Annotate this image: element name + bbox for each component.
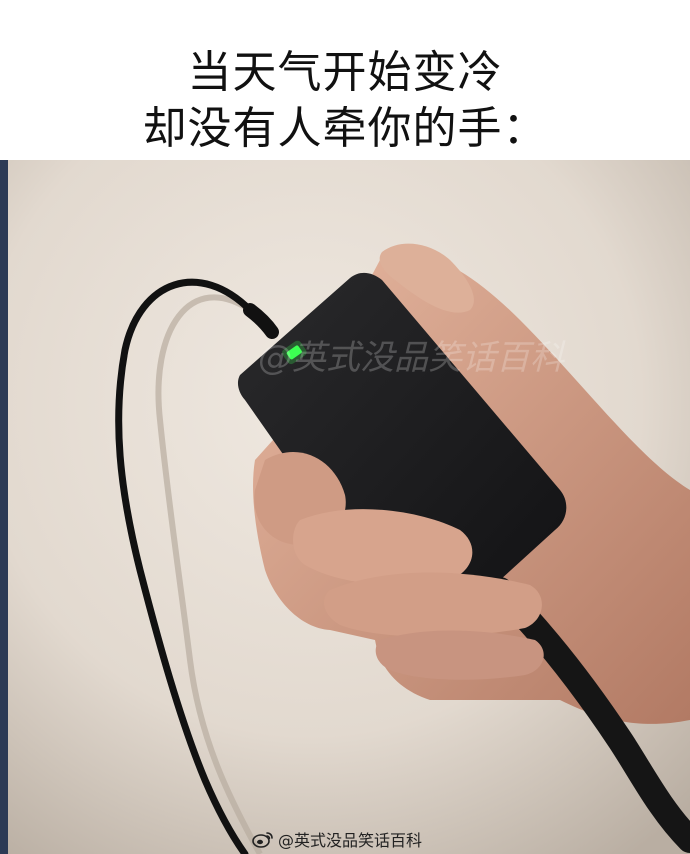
watermark-center: @英式没品笑话百科 [258,338,564,378]
finger-little [375,630,544,680]
left-edge-strip [0,160,8,854]
caption-line-2: 却没有人牵你的手： [142,103,548,154]
photo-illustration [0,160,690,854]
meme-caption: 当天气开始变冷 却没有人牵你的手： [0,0,690,160]
watermark-bottom: @英式没品笑话百科 [252,826,422,852]
weibo-icon [252,832,273,848]
finger-ring [324,572,542,637]
caption-line-1: 当天气开始变冷 [187,47,503,98]
meme-photo: @英式没品笑话百科 @英式没品笑话百科 [0,160,690,854]
watermark-bottom-text: @英式没品笑话百科 [278,831,423,850]
